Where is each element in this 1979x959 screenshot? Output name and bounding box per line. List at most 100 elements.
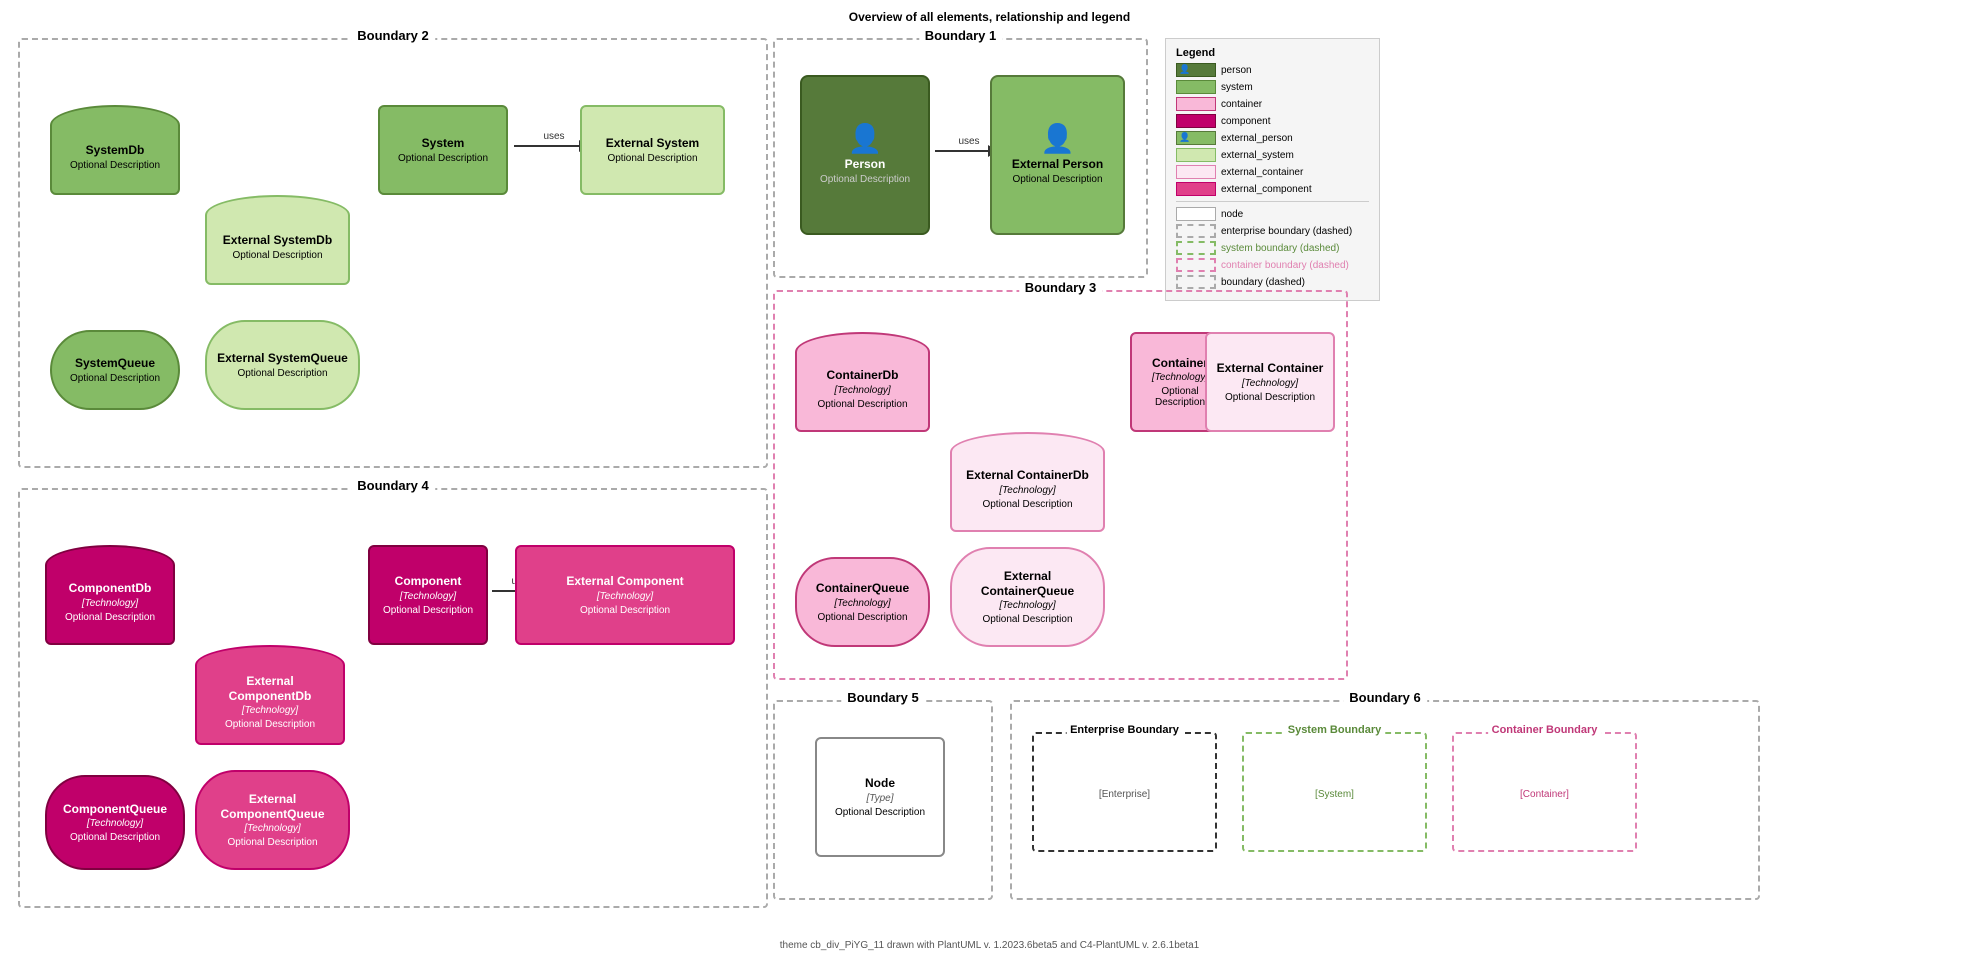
node-type: [Type] xyxy=(866,793,893,804)
component-ext-queue-title: External ComponentQueue xyxy=(205,792,340,821)
legend-item-ext-system: external_system xyxy=(1176,148,1369,162)
component-ext-db-elem: External ComponentDb [Technology] Option… xyxy=(195,645,345,745)
boundary-2-title: Boundary 2 xyxy=(351,28,435,43)
legend-item-enterprise-boundary: enterprise boundary (dashed) xyxy=(1176,224,1369,238)
component-db-tech: [Technology] xyxy=(82,598,138,609)
person-elem: 👤 Person Optional Description xyxy=(800,75,930,235)
external-person-desc: Optional Description xyxy=(1012,174,1102,185)
system-boundary-type: [System] xyxy=(1244,789,1425,800)
system-ext-queue-desc: Optional Description xyxy=(237,368,327,379)
legend-item-ext-component: external_component xyxy=(1176,182,1369,196)
component-queue-desc: Optional Description xyxy=(70,832,160,843)
boundary-4: Boundary 4 ComponentDb [Technology] Opti… xyxy=(18,488,768,908)
component-desc: Optional Description xyxy=(383,605,473,616)
system-ext-elem: External System Optional Description xyxy=(580,105,725,195)
system-ext-db-title: External SystemDb xyxy=(223,233,332,247)
legend-ext-person-label: external_person xyxy=(1221,133,1293,144)
component-db-desc: Optional Description xyxy=(65,612,155,623)
external-person-title: External Person xyxy=(1012,157,1103,171)
legend-enterprise-boundary-label: enterprise boundary (dashed) xyxy=(1221,226,1352,237)
system-elem: System Optional Description xyxy=(378,105,508,195)
person-title: Person xyxy=(845,157,886,171)
legend-node-label: node xyxy=(1221,209,1243,220)
container-queue-title: ContainerQueue xyxy=(816,581,909,595)
container-queue-desc: Optional Description xyxy=(817,612,907,623)
enterprise-boundary-title: Enterprise Boundary xyxy=(1066,724,1183,736)
container-ext-db-elem: External ContainerDb [Technology] Option… xyxy=(950,432,1105,532)
legend-ext-system-label: external_system xyxy=(1221,150,1294,161)
component-db-elem: ComponentDb [Technology] Optional Descri… xyxy=(45,545,175,645)
container-ext-db-title: External ContainerDb xyxy=(966,468,1089,482)
system-queue-desc: Optional Description xyxy=(70,373,160,384)
legend-item-container: container xyxy=(1176,97,1369,111)
component-ext-elem: External Component [Technology] Optional… xyxy=(515,545,735,645)
container-boundary-title: Container Boundary xyxy=(1488,724,1602,736)
container-ext-queue-elem: External ContainerQueue [Technology] Opt… xyxy=(950,547,1105,647)
container-db-desc: Optional Description xyxy=(817,399,907,410)
component-ext-tech: [Technology] xyxy=(597,591,653,602)
system-db-title: SystemDb xyxy=(86,143,145,157)
legend-item-node: node xyxy=(1176,207,1369,221)
system-ext-queue-title: External SystemQueue xyxy=(217,351,348,365)
component-tech: [Technology] xyxy=(400,591,456,602)
boundary-3: Boundary 3 ContainerDb [Technology] Opti… xyxy=(773,290,1348,680)
component-ext-queue-elem: External ComponentQueue [Technology] Opt… xyxy=(195,770,350,870)
container-ext-queue-desc: Optional Description xyxy=(982,614,1072,625)
boundary-6: Boundary 6 Enterprise Boundary [Enterpri… xyxy=(1010,700,1760,900)
external-person-elem: 👤 External Person Optional Description xyxy=(990,75,1125,235)
container-ext-queue-title: External ContainerQueue xyxy=(960,569,1095,598)
component-ext-db-tech: [Technology] xyxy=(242,705,298,716)
boundary-2: Boundary 2 SystemDb Optional Description… xyxy=(18,38,768,468)
system-title: System xyxy=(422,136,465,150)
container-tech: [Technology] xyxy=(1152,372,1208,383)
legend-item-system: system xyxy=(1176,80,1369,94)
component-db-title: ComponentDb xyxy=(69,581,152,595)
container-ext-tech: [Technology] xyxy=(1242,378,1298,389)
component-ext-desc: Optional Description xyxy=(580,605,670,616)
legend-item-ext-person: 👤 external_person xyxy=(1176,131,1369,145)
component-queue-elem: ComponentQueue [Technology] Optional Des… xyxy=(45,775,185,870)
boundary-5-title: Boundary 5 xyxy=(841,690,925,705)
external-person-icon: 👤 xyxy=(1040,125,1075,153)
boundary-1-title: Boundary 1 xyxy=(919,28,1003,43)
node-desc: Optional Description xyxy=(835,807,925,818)
person-desc: Optional Description xyxy=(820,174,910,185)
container-ext-title: External Container xyxy=(1217,361,1324,375)
legend-boundary-label: boundary (dashed) xyxy=(1221,277,1305,288)
component-elem: Component [Technology] Optional Descript… xyxy=(368,545,488,645)
legend-item-ext-container: external_container xyxy=(1176,165,1369,179)
component-ext-queue-desc: Optional Description xyxy=(227,837,317,848)
system-db-elem: SystemDb Optional Description xyxy=(50,105,180,195)
component-ext-queue-tech: [Technology] xyxy=(244,823,300,834)
legend-ext-component-label: external_component xyxy=(1221,184,1312,195)
container-ext-db-desc: Optional Description xyxy=(982,499,1072,510)
system-db-desc: Optional Description xyxy=(70,160,160,171)
legend-container-label: container xyxy=(1221,99,1262,110)
container-boundary-sub: Container Boundary [Container] xyxy=(1452,732,1637,852)
component-queue-title: ComponentQueue xyxy=(63,802,167,816)
system-ext-db-desc: Optional Description xyxy=(232,250,322,261)
system-boundary-sub: System Boundary [System] xyxy=(1242,732,1427,852)
legend-title: Legend xyxy=(1176,47,1369,59)
legend-item-boundary: boundary (dashed) xyxy=(1176,275,1369,289)
boundary-4-title: Boundary 4 xyxy=(351,478,435,493)
legend-box: Legend 👤 person system container compone… xyxy=(1165,38,1380,301)
component-queue-tech: [Technology] xyxy=(87,818,143,829)
container-db-tech: [Technology] xyxy=(834,385,890,396)
container-db-title: ContainerDb xyxy=(827,368,899,382)
component-ext-db-title: External ComponentDb xyxy=(205,674,335,703)
container-db-elem: ContainerDb [Technology] Optional Descri… xyxy=(795,332,930,432)
enterprise-boundary-type: [Enterprise] xyxy=(1034,789,1215,800)
system-ext-title: External System xyxy=(606,136,699,150)
system-queue-elem: SystemQueue Optional Description xyxy=(50,330,180,410)
container-ext-elem: External Container [Technology] Optional… xyxy=(1205,332,1335,432)
node-title: Node xyxy=(865,776,895,790)
container-ext-queue-tech: [Technology] xyxy=(999,600,1055,611)
legend-container-boundary-label: container boundary (dashed) xyxy=(1221,260,1349,271)
legend-item-component: component xyxy=(1176,114,1369,128)
component-ext-title: External Component xyxy=(566,574,683,588)
node-elem: Node [Type] Optional Description xyxy=(815,737,945,857)
enterprise-boundary-sub: Enterprise Boundary [Enterprise] xyxy=(1032,732,1217,852)
component-title: Component xyxy=(395,574,462,588)
system-queue-title: SystemQueue xyxy=(75,356,155,370)
